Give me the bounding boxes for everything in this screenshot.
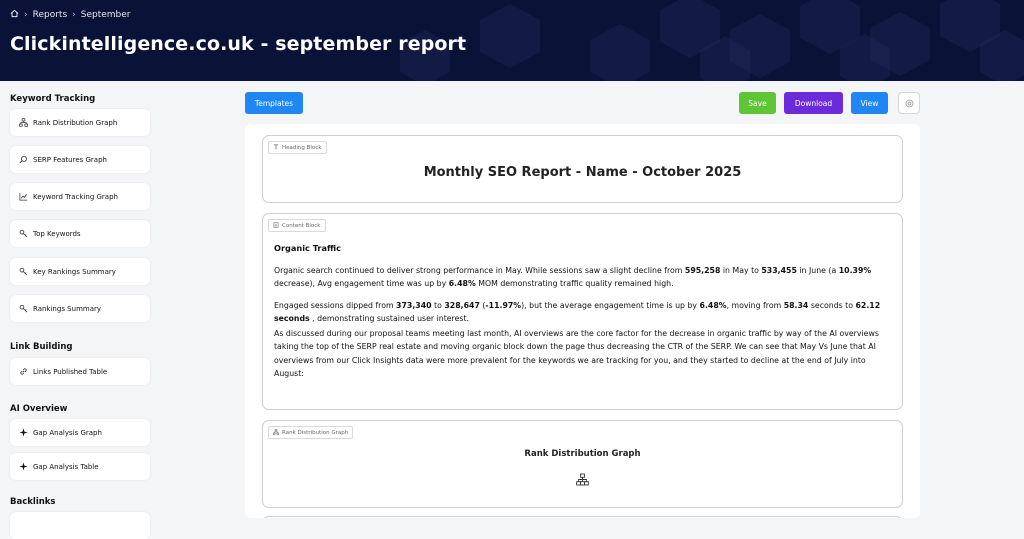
sidebar-item-backlinks-partial[interactable] [10,512,150,539]
sidebar-item-label: Rank Distribution Graph [33,118,118,127]
sitemap-icon [273,428,279,437]
breadcrumb-september: September [80,10,131,20]
sparkle-icon [18,462,28,472]
text-icon [273,144,279,152]
sidebar-item-label: Links Published Table [33,367,108,376]
sidebar-item-rank-distribution-graph[interactable]: Rank Distribution Graph [10,109,150,136]
key-icon [18,304,28,314]
download-button[interactable]: Download [784,92,843,114]
section-title-backlinks: Backlinks [10,497,56,507]
sidebar-item-key-rankings-summary[interactable]: Key Rankings Summary [10,258,150,285]
chevron-right-icon: › [24,10,28,20]
key-icon [18,267,28,277]
page-title: Clickintelligence.co.uk - september repo… [10,33,467,55]
sidebar-item-label: SERP Features Graph [33,155,107,164]
breadcrumb-reports[interactable]: Reports [33,10,68,20]
report-canvas: Heading Block Monthly SEO Report - Name … [245,124,920,518]
settings-button[interactable] [898,92,920,114]
rank-distribution-title: Rank Distribution Graph [524,449,641,459]
breadcrumb: › Reports › September [10,9,131,21]
block-tag-label: Rank Distribution Graph [282,429,349,436]
sidebar-item-label: Gap Analysis Graph [33,428,102,437]
content-block[interactable]: Content Block Organic Traffic Organic se… [262,213,903,410]
sidebar-item-keyword-tracking-graph[interactable]: Keyword Tracking Graph [10,183,150,210]
section-title-link-building: Link Building [10,342,73,352]
block-tag: Rank Distribution Graph [268,426,354,439]
sidebar-item-top-keywords[interactable]: Top Keywords [10,220,150,247]
line-chart-icon [18,192,28,202]
heading-block[interactable]: Heading Block Monthly SEO Report - Name … [262,135,903,203]
search-doc-icon [18,155,28,165]
templates-button[interactable]: Templates [245,92,303,114]
sidebar-item-label: Keyword Tracking Graph [33,192,118,201]
sitemap-icon [18,118,28,128]
sidebar-item-label: Top Keywords [33,229,81,238]
sidebar-item-links-published-table[interactable]: Links Published Table [10,358,150,385]
content-paragraph-1: Organic search continued to deliver stro… [274,265,872,289]
report-heading: Monthly SEO Report - Name - October 2025 [423,165,742,180]
content-heading: Organic Traffic [274,243,341,253]
document-icon [273,221,279,230]
sidebar-item-rankings-summary[interactable]: Rankings Summary [10,295,150,322]
sidebar-item-label: Gap Analysis Table [33,462,99,471]
section-title-ai-overview: AI Overview [10,404,68,414]
sidebar-item-serp-features-graph[interactable]: SERP Features Graph [10,146,150,173]
chevron-right-icon: › [72,10,76,20]
section-title-keyword-tracking: Keyword Tracking [10,94,96,104]
report-header: › Reports › September Clickintelligence.… [0,0,1024,81]
sidebar-item-gap-analysis-table[interactable]: Gap Analysis Table [10,453,150,480]
content-paragraph-3: As discussed during our proposal teams m… [274,328,879,379]
view-button[interactable]: View [851,92,888,114]
gear-icon [904,94,915,113]
content-text: Organic Traffic Organic search continued… [274,242,894,381]
block-tag: Heading Block [268,141,327,154]
sparkle-icon [18,428,28,438]
block-tag: Content Block [268,219,326,232]
sidebar-item-label: Rankings Summary [33,304,102,313]
sidebar-item-gap-analysis-graph[interactable]: Gap Analysis Graph [10,419,150,446]
block-tag-label: Content Block [282,222,321,229]
content-paragraph-2: Engaged sessions dipped from 373,340 to … [274,300,881,324]
save-button[interactable]: Save [739,92,776,114]
sidebar: Keyword Tracking Rank Distribution Graph… [0,81,160,539]
sidebar-item-label: Key Rankings Summary [33,267,116,276]
key-icon [18,229,28,239]
rank-distribution-block[interactable]: Rank Distribution Graph Rank Distributio… [262,420,903,508]
block-tag-label: Heading Block [282,144,322,151]
link-icon [18,367,28,377]
sitemap-icon [576,471,589,490]
home-icon[interactable] [10,9,19,21]
